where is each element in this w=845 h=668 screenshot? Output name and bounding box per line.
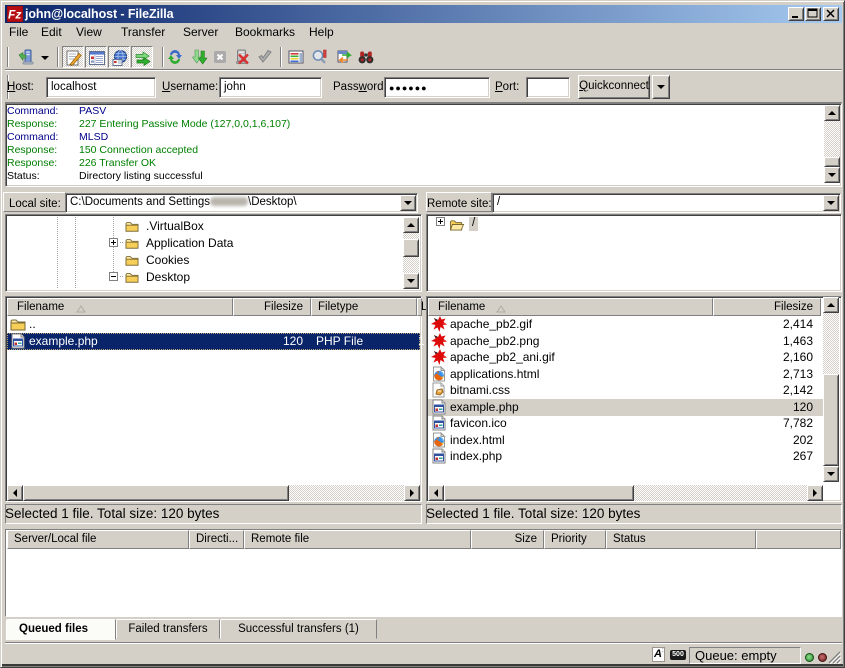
svg-text:Fz: Fz: [8, 8, 21, 22]
